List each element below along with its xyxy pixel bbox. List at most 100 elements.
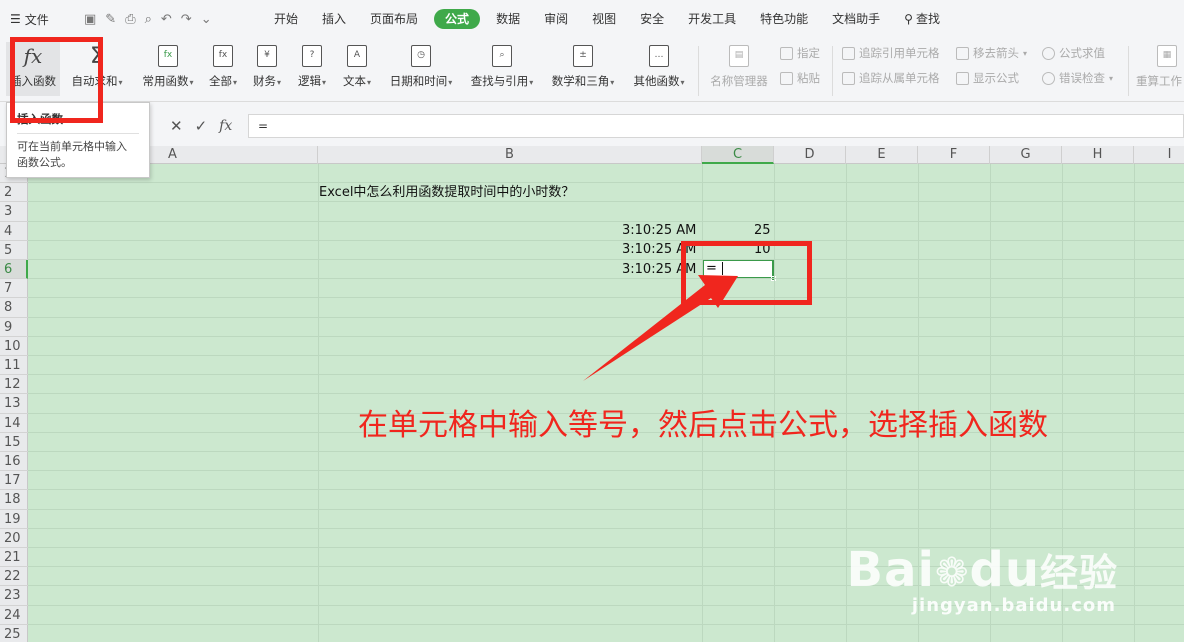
row-header-24[interactable]: 24 xyxy=(0,606,28,625)
recalculate-icon: ▦ xyxy=(1157,45,1177,67)
fx-icon[interactable]: fx xyxy=(219,118,232,134)
search-button[interactable]: ⚲ 查找 xyxy=(892,9,952,29)
tab-insert[interactable]: 插入 xyxy=(310,9,358,29)
datetime-label: 日期和时间 xyxy=(389,74,448,88)
row-gridline xyxy=(28,239,1184,241)
row-gridline xyxy=(28,470,1184,472)
finance-functions-button[interactable]: ¥ 财务▾ xyxy=(249,42,285,96)
column-header-c[interactable]: C xyxy=(702,146,774,164)
logic-label: 逻辑 xyxy=(297,74,321,88)
row-header-12[interactable]: 12 xyxy=(0,375,28,395)
column-gridline xyxy=(318,164,319,642)
tab-doc-assistant[interactable]: 文档助手 xyxy=(820,9,892,29)
row-header-7[interactable]: 7 xyxy=(0,279,28,299)
undo-icon[interactable]: ↶ xyxy=(161,12,172,27)
row-header-25[interactable]: 25 xyxy=(0,625,28,642)
column-header-b[interactable]: B xyxy=(318,146,702,164)
all-functions-button[interactable]: fx 全部▾ xyxy=(205,42,241,96)
logic-functions-button[interactable]: ? 逻辑▾ xyxy=(294,42,330,96)
other-functions-button[interactable]: … 其他函数▾ xyxy=(629,42,689,96)
chevron-down-icon[interactable]: ⌄ xyxy=(201,12,212,27)
formula-bar: ✕ ✓ fx = xyxy=(0,102,1184,146)
tab-view[interactable]: 视图 xyxy=(580,9,628,29)
row-header-3[interactable]: 3 xyxy=(0,202,28,222)
remove-arrows-button[interactable]: 移去箭头 ▾ xyxy=(956,45,1027,61)
trace-dependents-button[interactable]: 追踪从属单元格 xyxy=(842,70,940,86)
tab-developer[interactable]: 开发工具 xyxy=(676,9,748,29)
row-header-4[interactable]: 4 xyxy=(0,222,28,241)
cancel-icon[interactable]: ✕ xyxy=(170,117,183,135)
paste-name-button[interactable]: 粘贴 xyxy=(780,70,820,86)
assign-button[interactable]: 指定 xyxy=(780,45,820,61)
column-headers: A B C D E F G H I xyxy=(0,146,1184,164)
tab-data[interactable]: 数据 xyxy=(484,9,532,29)
row-header-15[interactable]: 15 xyxy=(0,433,28,452)
save-icon[interactable]: ▣ xyxy=(84,12,96,27)
tab-special-features[interactable]: 特色功能 xyxy=(748,9,820,29)
column-header-e[interactable]: E xyxy=(846,146,918,164)
confirm-icon[interactable]: ✓ xyxy=(195,117,208,135)
name-manager-button[interactable]: ▤ 名称管理器 xyxy=(708,42,770,96)
name-manager-label: 名称管理器 xyxy=(710,74,768,88)
trace-precedents-button[interactable]: 追踪引用单元格 xyxy=(842,45,940,61)
highlight-box-active-cell xyxy=(681,241,812,305)
tab-home[interactable]: 开始 xyxy=(262,9,310,29)
cell-b4[interactable]: 3:10:25 AM xyxy=(622,221,696,240)
redo-icon[interactable]: ↷ xyxy=(181,12,192,27)
column-header-d[interactable]: D xyxy=(774,146,846,164)
row-header-6[interactable]: 6 xyxy=(0,260,28,280)
error-check-button[interactable]: 错误检查 ▾ xyxy=(1042,70,1113,86)
file-menu[interactable]: ☰ 文件 xyxy=(0,11,84,28)
cell-c4[interactable]: 25 xyxy=(754,221,771,240)
tab-review[interactable]: 审阅 xyxy=(532,9,580,29)
column-header-h[interactable]: H xyxy=(1062,146,1134,164)
tab-security[interactable]: 安全 xyxy=(628,9,676,29)
row-header-10[interactable]: 10 xyxy=(0,337,28,356)
row-header-19[interactable]: 19 xyxy=(0,510,28,529)
row-header-23[interactable]: 23 xyxy=(0,586,28,606)
row-header-8[interactable]: 8 xyxy=(0,298,28,318)
row-header-11[interactable]: 11 xyxy=(0,356,28,376)
row-header-18[interactable]: 18 xyxy=(0,490,28,510)
row-header-13[interactable]: 13 xyxy=(0,394,28,414)
preview-icon[interactable]: ⌕ xyxy=(145,12,152,27)
cell-b2[interactable]: Excel中怎么利用函数提取时间中的小时数？ xyxy=(319,183,574,202)
row-header-22[interactable]: 22 xyxy=(0,567,28,587)
math-functions-button[interactable]: ± 数学和三角▾ xyxy=(548,42,618,96)
row-header-14[interactable]: 14 xyxy=(0,414,28,433)
lookup-functions-button[interactable]: ⌕ 查找与引用▾ xyxy=(467,42,537,96)
column-header-f[interactable]: F xyxy=(918,146,990,164)
datetime-functions-button[interactable]: ◷ 日期和时间▾ xyxy=(386,42,456,96)
row-header-5[interactable]: 5 xyxy=(0,241,28,260)
row-header-16[interactable]: 16 xyxy=(0,452,28,472)
row-gridline xyxy=(28,278,1184,280)
search-icon: ⚲ xyxy=(904,12,913,26)
error-check-icon xyxy=(1042,71,1055,85)
column-header-g[interactable]: G xyxy=(990,146,1062,164)
row-header-21[interactable]: 21 xyxy=(0,548,28,568)
common-functions-button[interactable]: fx 常用函数▾ xyxy=(136,42,200,96)
column-header-i[interactable]: I xyxy=(1134,146,1184,164)
tab-page-layout[interactable]: 页面布局 xyxy=(358,9,430,29)
column-gridline xyxy=(1134,164,1135,642)
hamburger-icon: ☰ xyxy=(10,12,21,26)
show-formulas-icon xyxy=(956,71,969,85)
math-icon: ± xyxy=(573,45,593,67)
error-check-label: 错误检查 xyxy=(1059,71,1105,85)
tab-formulas[interactable]: 公式 xyxy=(434,9,481,29)
row-headers: 1234567891011121314151617181920212223242… xyxy=(0,164,28,642)
evaluate-formula-button[interactable]: 公式求值 xyxy=(1042,45,1105,61)
row-gridline xyxy=(28,316,1184,318)
row-header-20[interactable]: 20 xyxy=(0,529,28,548)
text-functions-button[interactable]: A 文本▾ xyxy=(339,42,375,96)
row-header-17[interactable]: 17 xyxy=(0,471,28,491)
assign-label: 指定 xyxy=(797,46,820,60)
recalculate-button[interactable]: ▦ 重算工作 xyxy=(1136,42,1184,96)
brush-icon[interactable]: ✎ xyxy=(105,12,116,27)
show-formulas-button[interactable]: 显示公式 xyxy=(956,70,1019,86)
remove-arrows-label: 移去箭头 xyxy=(973,46,1019,60)
formula-input[interactable]: = xyxy=(248,114,1184,138)
print-icon[interactable]: ⎙ xyxy=(125,12,135,27)
row-header-9[interactable]: 9 xyxy=(0,318,28,337)
row-header-2[interactable]: 2 xyxy=(0,183,28,203)
